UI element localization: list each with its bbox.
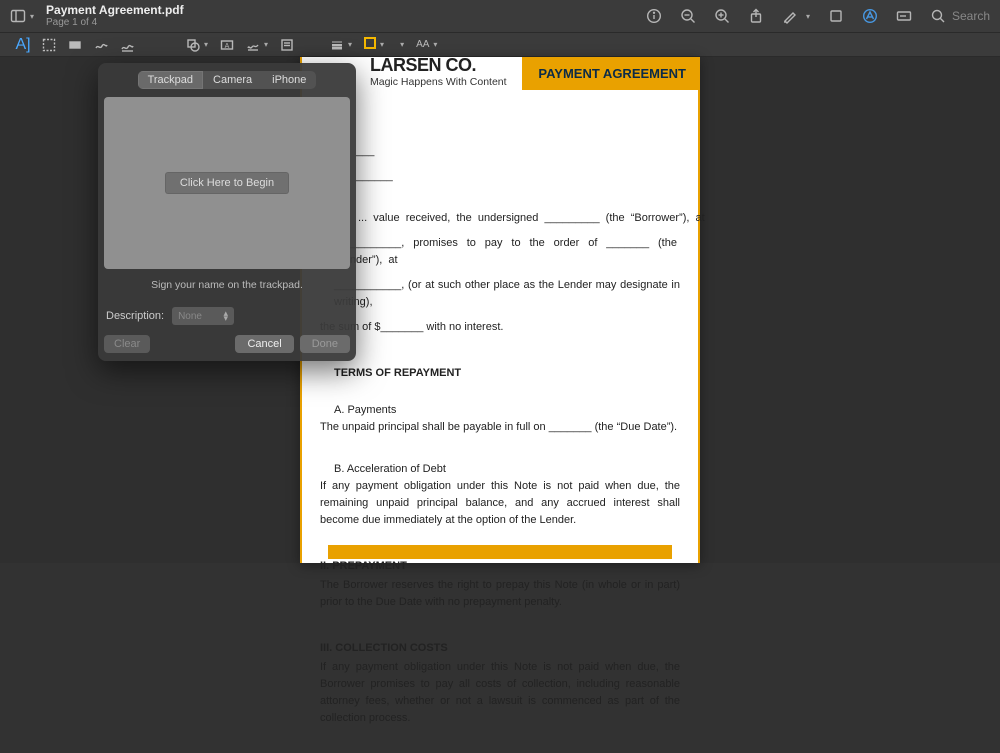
sidebar-icon[interactable] (10, 8, 26, 24)
paragraph: ___________, (or at such other place as … (320, 277, 680, 311)
paragraph: ___________, promises to pay to the orde… (320, 235, 680, 269)
paragraph: If any payment obligation under this Not… (320, 478, 680, 529)
subsection-heading: B. Acceleration of Debt (320, 461, 680, 478)
cancel-button[interactable]: Cancel (235, 335, 293, 353)
draw-icon[interactable] (120, 38, 134, 52)
note-icon[interactable] (280, 38, 294, 52)
description-value: None (178, 311, 202, 322)
footer-accent (328, 545, 672, 559)
sign-icon[interactable] (246, 38, 260, 52)
clear-button[interactable]: Clear (104, 335, 150, 353)
signature-source-tabs: Trackpad Camera iPhone (138, 71, 317, 89)
company-tagline: Magic Happens With Content (370, 76, 507, 88)
chevron-down-icon[interactable]: ▾ (30, 12, 34, 21)
paragraph: ... value received, the undersigned ____… (320, 210, 680, 227)
blank-line: ______ (320, 168, 680, 185)
signature-popup: Trackpad Camera iPhone Click Here to Beg… (98, 63, 356, 361)
chevron-down-icon[interactable]: ▾ (433, 40, 437, 49)
company-name: LARSEN CO. (370, 55, 507, 76)
document-type-badge: PAYMENT AGREEMENT (522, 57, 700, 90)
page-1[interactable]: LARSEN CO. Magic Happens With Content PA… (300, 57, 700, 563)
rect-select-icon[interactable] (42, 38, 56, 52)
share-icon[interactable] (748, 8, 764, 24)
text-style-icon[interactable]: AA (416, 39, 429, 50)
info-icon[interactable] (646, 8, 662, 24)
begin-button[interactable]: Click Here to Begin (165, 172, 289, 194)
stroke-color-icon[interactable] (364, 36, 376, 54)
line-style-icon[interactable] (330, 38, 344, 52)
zoom-in-icon[interactable] (714, 8, 730, 24)
paragraph: the sum of $_______ with no interest. (320, 319, 680, 336)
paragraph: If any payment obligation under this Not… (320, 659, 680, 727)
stepper-arrows-icon: ▴▾ (224, 311, 229, 322)
page-body: ___ ______ ... value received, the under… (302, 95, 698, 753)
document-title: Payment Agreement.pdf (46, 4, 184, 17)
search-icon (930, 8, 946, 24)
highlight-pen-icon[interactable] (782, 8, 798, 24)
tab-camera[interactable]: Camera (203, 71, 262, 89)
section-heading: II. PREPAYMENT (320, 558, 680, 575)
section-heading: TERMS OF REPAYMENT (320, 365, 680, 382)
sketch-icon[interactable] (94, 38, 108, 52)
chevron-down-icon[interactable]: ▾ (400, 40, 404, 49)
text-icon[interactable]: A (220, 38, 234, 52)
window-toolbar: ▾ Payment Agreement.pdf Page 1 of 4 ▾ Se… (0, 0, 1000, 33)
search-field[interactable]: Search (930, 8, 990, 24)
shapes-icon[interactable] (186, 38, 200, 52)
description-label: Description: (106, 310, 164, 322)
tab-iphone[interactable]: iPhone (262, 71, 316, 89)
tab-trackpad[interactable]: Trackpad (138, 71, 203, 89)
signature-instruction: Sign your name on the trackpad. (98, 279, 356, 291)
text-select-icon[interactable]: A] (16, 38, 30, 52)
redact-icon[interactable] (68, 38, 82, 52)
markup-icon[interactable] (862, 8, 878, 24)
paragraph: The unpaid principal shall be payable in… (320, 419, 680, 436)
rotate-icon[interactable] (828, 8, 844, 24)
paragraph: The Borrower reserves the right to prepa… (320, 577, 680, 611)
chevron-down-icon[interactable]: ▾ (806, 12, 810, 21)
section-heading: III. COLLECTION COSTS (320, 640, 680, 657)
search-placeholder: Search (952, 9, 990, 23)
subsection-heading: A. Payments (320, 402, 680, 419)
done-button[interactable]: Done (300, 335, 350, 353)
form-icon[interactable] (896, 8, 912, 24)
svg-text:A: A (225, 43, 230, 50)
chevron-down-icon[interactable]: ▾ (380, 40, 384, 49)
chevron-down-icon[interactable]: ▾ (264, 40, 268, 49)
zoom-out-icon[interactable] (680, 8, 696, 24)
chevron-down-icon[interactable]: ▾ (204, 40, 208, 49)
signature-pad[interactable]: Click Here to Begin (104, 97, 350, 269)
blank-line: ___ (320, 143, 680, 160)
markup-toolbar: A] ▾ A ▾ ▾ ▾ ▾ AA ▾ (0, 33, 1000, 57)
page-indicator: Page 1 of 4 (46, 17, 184, 28)
chevron-down-icon[interactable]: ▾ (348, 40, 352, 49)
description-select[interactable]: None ▴▾ (172, 307, 234, 325)
